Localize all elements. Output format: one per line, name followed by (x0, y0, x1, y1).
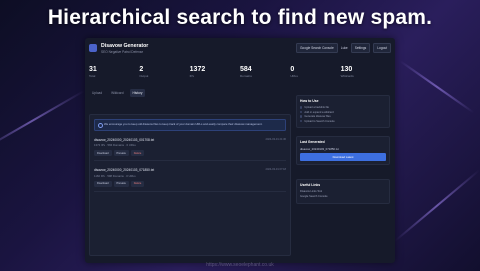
link-disavow-tool[interactable]: Disavow Links Tool (300, 190, 386, 193)
light-streak (399, 60, 475, 114)
link-search-console[interactable]: Google Search Console (300, 195, 386, 198)
list-item: Upload to Search Console (300, 120, 386, 123)
file-meta: 1160 IPs · 598 Domains · 0 URLs (94, 173, 136, 178)
file-meta: 1372 IPs · 584 Domains · 0 URLs (94, 143, 136, 148)
download-button[interactable]: Download (94, 150, 112, 157)
file-date: 2024-03-01 21:36 (265, 137, 286, 141)
last-generated-file: disavow_20240103_071850.txt (300, 147, 339, 152)
last-generated-card: Last Generated disavow_20240103_071850.t… (296, 136, 390, 166)
stat-urls: 0 URLs (290, 66, 340, 78)
app-header: Disavow Generator SEO Negative Patrol De… (85, 38, 395, 58)
file-actions: Download Preview Delete (94, 180, 286, 187)
step-text: Generate disavow files (304, 115, 331, 119)
file-date: 2024-03-01 07:18 (265, 168, 286, 172)
app-subtitle: SEO Negative Patrol Defense (101, 49, 144, 54)
stat-wildcards: 130 Wildcards (341, 66, 391, 78)
watermark: https://www.seoelephant.co.uk (206, 262, 274, 268)
sidebar: How to Use Upload a backlink file Add or… (296, 95, 390, 204)
download-button[interactable]: Download (94, 180, 112, 187)
settings-button[interactable]: Settings (350, 43, 371, 53)
shield-icon (89, 44, 97, 52)
stat-value: 584 (239, 66, 252, 73)
list-item: Generate disavow files (300, 115, 386, 118)
stat-label: Output (139, 74, 149, 78)
preview-button[interactable]: Preview (113, 150, 129, 157)
user-name: Luke (340, 46, 348, 50)
stat-total: 31 Total (89, 66, 139, 78)
stat-value: 0 (290, 66, 295, 73)
step-icon (300, 120, 303, 123)
useful-links-card: Useful Links Disavow Links Tool Google S… (296, 179, 390, 204)
stat-output: 2 Output (139, 66, 189, 78)
stat-value: 31 (89, 66, 97, 73)
info-alert-text: We encourage you to keep old disavow fil… (104, 122, 263, 126)
stat-label: Domains (239, 74, 252, 78)
light-streak (394, 169, 480, 242)
stat-label: Total (89, 74, 96, 78)
delete-button[interactable]: Delete (130, 150, 145, 157)
how-to-use-card: How to Use Upload a backlink file Add or… (296, 95, 390, 129)
headline: Hierarchical search to find new spam. (47, 6, 433, 29)
app-title-block: Disavow Generator SEO Negative Patrol De… (101, 43, 148, 54)
file-name: disavow_20240000_20240103_071850.txt (94, 168, 155, 173)
stat-value: 1372 (189, 66, 206, 73)
header-actions: Google Search Console Luke Settings Logo… (295, 43, 391, 53)
stat-label: URLs (290, 74, 298, 78)
step-icon (300, 115, 303, 118)
stat-value: 130 (340, 66, 353, 73)
stats-row: 31 Total 2 Output 1372 IPs 584 Domains 0 URLs… (85, 58, 395, 78)
stat-label: Wildcards (340, 74, 354, 78)
history-panel: We encourage you to keep old disavow fil… (89, 114, 291, 256)
list-item: 2024-03-01 07:18 disavow_20240000_202401… (94, 168, 286, 192)
preview-button[interactable]: Preview (113, 180, 129, 187)
card-title: Last Generated (300, 140, 325, 145)
light-streak (0, 90, 85, 152)
search-console-button[interactable]: Google Search Console (295, 43, 338, 53)
app-window: Disavow Generator SEO Negative Patrol De… (85, 38, 395, 263)
logout-button[interactable]: Logout (373, 43, 391, 53)
list-item: Upload a backlink file (300, 106, 386, 109)
download-latest-button[interactable]: Download Latest (300, 153, 386, 162)
card-title: Useful Links (300, 183, 321, 188)
info-alert: We encourage you to keep old disavow fil… (94, 119, 286, 131)
stat-ips: 1372 IPs (190, 66, 240, 78)
step-text: Upload a backlink file (304, 106, 329, 109)
stat-value: 2 (139, 66, 144, 73)
step-icon (300, 106, 303, 109)
file-actions: Download Preview Delete (94, 150, 286, 157)
tab-wildcard[interactable]: Wildcard (108, 89, 126, 97)
step-text: Add or expand a wildcard (304, 110, 334, 114)
list-item: Add or expand a wildcard (300, 111, 386, 114)
delete-button[interactable]: Delete (130, 180, 145, 187)
step-text: Upload to Search Console (304, 119, 335, 123)
list-item: 2024-03-01 21:36 disavow_20240000_202401… (94, 138, 286, 162)
tab-upload[interactable]: Upload (89, 89, 105, 97)
stat-label: IPs (189, 74, 194, 78)
tab-history[interactable]: History (129, 89, 146, 97)
card-title: How to Use (300, 99, 319, 103)
stat-domains: 584 Domains (240, 66, 290, 78)
file-name: disavow_20240000_20240103_001708.txt (94, 137, 155, 142)
app-title: Disavow Generator (101, 42, 149, 49)
info-icon (98, 123, 103, 128)
step-icon (300, 110, 303, 114)
